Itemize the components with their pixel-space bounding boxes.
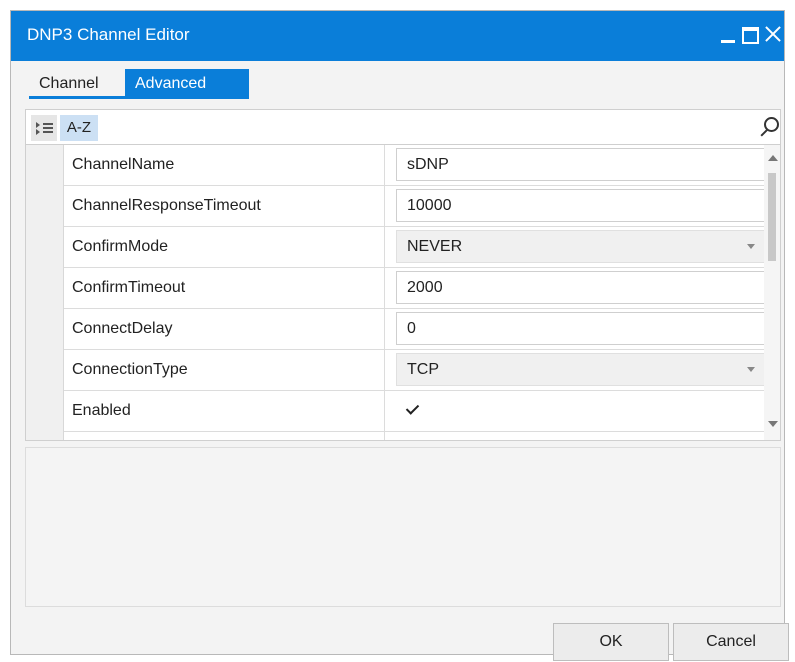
channel-response-timeout-field[interactable]: 10000 [396,189,766,222]
scroll-up-icon[interactable] [768,155,778,161]
property-name: Enabled [72,402,131,419]
connection-type-dropdown[interactable]: TCP [396,353,766,386]
maximize-icon[interactable] [739,21,763,47]
categorized-view-icon[interactable] [31,115,57,141]
property-row: ChannelResponseTimeout 10000 [64,186,767,227]
scroll-down-icon[interactable] [768,421,778,427]
alphabetical-sort-button[interactable]: A-Z [60,115,98,141]
tab-channel[interactable]: Channel [29,69,125,99]
property-row: ConnectDelay 0 [64,309,767,350]
search-input[interactable] [104,114,738,142]
property-row: ChannelName sDNP [64,145,767,186]
property-name: ConnectDelay [72,320,173,337]
property-name: ConnectionType [72,361,188,378]
property-name: ChannelResponseTimeout [72,197,261,214]
window-title: DNP3 Channel Editor [27,25,190,44]
ok-button[interactable]: OK [553,623,669,661]
confirm-timeout-field[interactable]: 2000 [396,271,766,304]
close-icon[interactable] [761,21,785,47]
property-name: ConfirmTimeout [72,279,186,296]
property-name: ConfirmMode [72,238,169,255]
connect-delay-field[interactable]: 0 [396,312,766,345]
cancel-button[interactable]: Cancel [673,623,789,661]
property-name: ChannelName [72,156,175,173]
scrollbar-thumb[interactable] [768,173,776,261]
chevron-down-icon[interactable] [747,367,755,372]
property-row-partial [64,432,767,440]
title-bar: DNP3 Channel Editor [11,11,784,61]
description-panel [25,447,781,607]
property-toolbar: A-Z [25,109,781,145]
property-row: ConfirmMode NEVER [64,227,767,268]
minimize-icon[interactable] [717,21,741,47]
confirm-mode-value: NEVER [407,238,463,255]
property-grid: ChannelName sDNP ChannelResponseTimeout … [25,145,781,441]
search-icon[interactable] [759,116,779,138]
property-row: Enabled [64,391,767,432]
channel-name-field[interactable]: sDNP [396,148,766,181]
confirm-mode-dropdown[interactable]: NEVER [396,230,766,263]
grid-scrollbar[interactable] [764,145,780,440]
tab-advanced[interactable]: Advanced [125,69,249,99]
grid-gutter [26,145,64,440]
connection-type-value: TCP [407,361,439,378]
chevron-down-icon[interactable] [747,244,755,249]
dnp3-channel-editor-window: DNP3 Channel Editor Channel Advanced A-Z… [10,10,789,661]
property-row: ConfirmTimeout 2000 [64,268,767,309]
enabled-checkbox[interactable] [404,401,422,419]
property-row: ConnectionType TCP [64,350,767,391]
